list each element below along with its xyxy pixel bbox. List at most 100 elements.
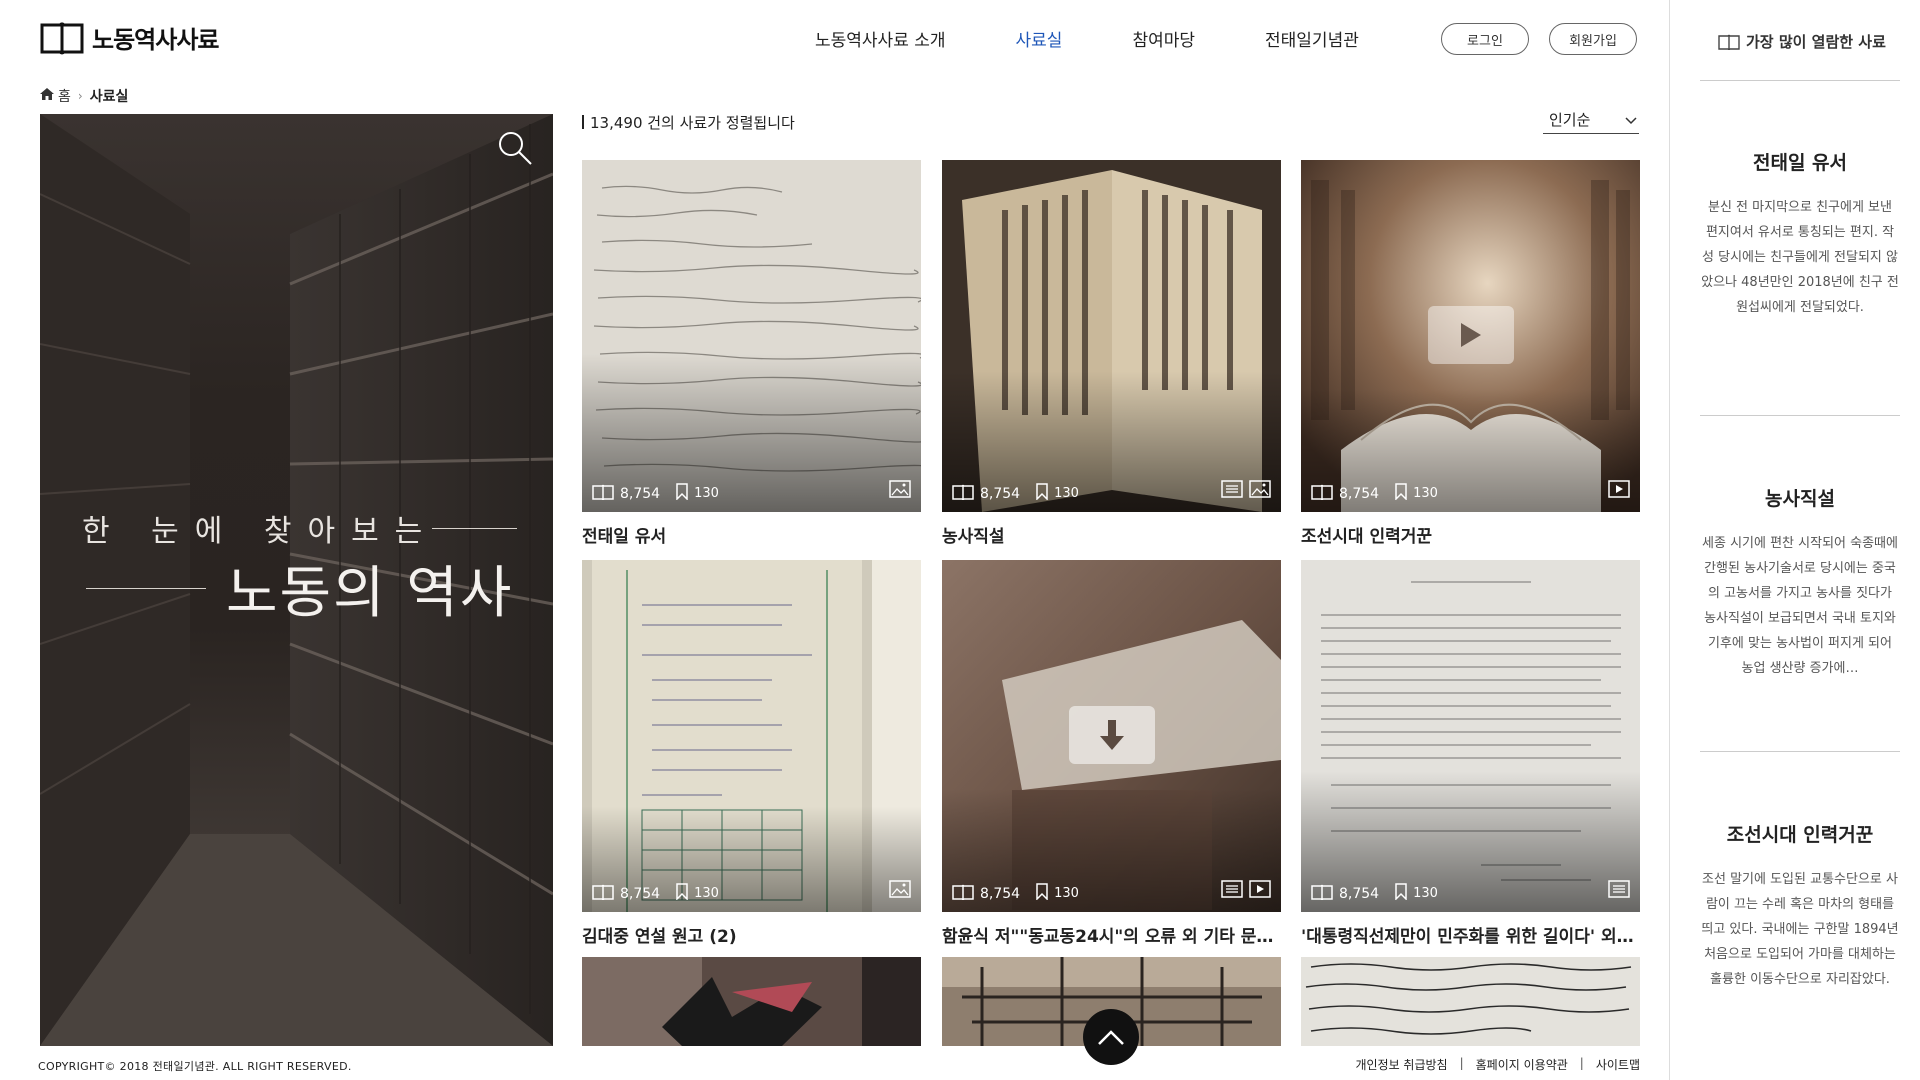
card-thumbnail[interactable]: 8,754 130	[1301, 560, 1640, 912]
card-title[interactable]: 전태일 유서	[582, 522, 921, 547]
bookmark-icon	[1395, 883, 1407, 904]
video-icon	[1608, 480, 1630, 502]
book-open-icon	[1311, 884, 1333, 904]
card-title[interactable]: 농사직설	[942, 522, 1281, 547]
nav-participation[interactable]: 참여마당	[1132, 26, 1195, 51]
book-open-icon	[1718, 34, 1740, 50]
logo-text: 노동역사사료	[92, 26, 219, 54]
nav-archive[interactable]: 사료실	[1016, 26, 1063, 51]
bookmark-icon	[676, 883, 688, 904]
archive-card[interactable]: 8,754 130 조선시대 인력거꾼	[1301, 160, 1640, 547]
book-open-icon	[952, 484, 974, 504]
document-icon	[1221, 880, 1243, 902]
card-title[interactable]: 조선시대 인력거꾼	[1301, 522, 1640, 547]
view-count: 8,754	[620, 485, 661, 502]
bookmark-count: 130	[1413, 486, 1438, 501]
archive-card[interactable]: 8,754 130 김대중 연설 원고 (2)	[582, 560, 921, 947]
image-icon	[1249, 480, 1271, 502]
archive-card-partial[interactable]	[582, 957, 921, 1046]
archive-card[interactable]: 8,754 130 농사직설	[942, 160, 1281, 547]
archive-card[interactable]: 8,754 130 '대통령직선제만이 민주화를 위한 길이다' 외…	[1301, 560, 1640, 947]
card-title[interactable]: 김대중 연설 원고 (2)	[582, 922, 921, 947]
download-button[interactable]	[1069, 706, 1155, 764]
most-viewed-item[interactable]: 농사직설 세종 시기에 편찬 시작되어 숙종때에 간행된 농사기술서로 당시에는…	[1700, 484, 1900, 681]
terms-link[interactable]: 홈페이지 이용약관	[1476, 1056, 1568, 1073]
scroll-top-button[interactable]	[1083, 1009, 1139, 1065]
item-title[interactable]: 전태일 유서	[1700, 148, 1900, 175]
card-thumbnail[interactable]: 8,754 130	[942, 160, 1281, 512]
item-title[interactable]: 조선시대 인력거꾼	[1700, 820, 1900, 847]
view-count: 8,754	[1339, 485, 1380, 502]
most-viewed-item[interactable]: 조선시대 인력거꾼 조선 말기에 도입된 교통수단으로 사람이 끄는 수레 혹은…	[1700, 820, 1900, 992]
footer-separator: |	[1579, 1056, 1584, 1070]
chevron-down-icon	[1625, 111, 1637, 129]
privacy-policy-link[interactable]: 개인정보 취급방침	[1355, 1056, 1447, 1073]
view-count: 8,754	[980, 485, 1021, 502]
panel-divider	[1700, 415, 1900, 416]
card-title[interactable]: 함윤식 저""동교동24시"의 오류 외 기타 문서…	[942, 922, 1281, 947]
video-icon	[1249, 880, 1271, 902]
home-icon[interactable]	[40, 88, 54, 104]
image-icon	[889, 880, 911, 902]
chevron-right-icon: ›	[77, 89, 83, 103]
site-logo[interactable]: 노동역사사료	[40, 20, 219, 55]
card-thumbnail[interactable]: 8,754 130	[1301, 160, 1640, 512]
hero-title: 노동의 역사	[86, 548, 513, 629]
card-meta: 8,754 130	[592, 483, 719, 504]
media-type-icons	[1602, 480, 1630, 502]
media-type-icons	[1215, 480, 1271, 502]
bookmark-icon	[676, 483, 688, 504]
card-meta: 8,754 130	[952, 883, 1079, 904]
hero-rule-top	[432, 527, 518, 529]
search-icon[interactable]	[495, 128, 535, 168]
archive-card[interactable]: 8,754 130 전태일 유서	[582, 160, 921, 547]
book-logo-icon	[40, 21, 84, 55]
declaration-document-image	[1301, 560, 1640, 912]
item-description: 세종 시기에 편찬 시작되어 숙종때에 간행된 농사기술서로 당시에는 중국의 …	[1702, 536, 1898, 676]
card-meta: 8,754 130	[952, 483, 1079, 504]
result-count: 13,490 건의 사료가 정렬됩니다	[582, 112, 795, 133]
footer-separator: |	[1459, 1056, 1464, 1070]
media-type-icons	[883, 880, 911, 902]
item-description: 분신 전 마지막으로 친구에게 보낸 편지여서 유서로 통칭되는 편지. 작성 …	[1701, 200, 1899, 315]
most-viewed-panel: 가장 많이 열람한 사료 전태일 유서 분신 전 마지막으로 친구에게 보낸 편…	[1669, 0, 1920, 1080]
bookmark-count: 130	[1054, 486, 1079, 501]
breadcrumb-home[interactable]: 홈	[58, 86, 71, 106]
archive-card-partial[interactable]	[1301, 957, 1640, 1046]
document-icon	[1608, 880, 1630, 902]
sort-select[interactable]: 인기순	[1543, 110, 1639, 134]
card-meta: 8,754 130	[1311, 483, 1438, 504]
nav-memorial[interactable]: 전태일기념관	[1265, 26, 1359, 51]
play-button[interactable]	[1428, 306, 1514, 364]
book-open-icon	[1311, 484, 1333, 504]
login-button[interactable]: 로그인	[1441, 23, 1529, 55]
view-count: 8,754	[620, 885, 661, 902]
most-viewed-item[interactable]: 전태일 유서 분신 전 마지막으로 친구에게 보낸 편지여서 유서로 통칭되는 …	[1700, 148, 1900, 320]
manuscript-image	[582, 560, 921, 912]
main-nav: 노동역사사료 소개 사료실 참여마당 전태일기념관	[815, 26, 1359, 51]
hero-rule-bottom	[86, 588, 206, 589]
view-count: 8,754	[1339, 885, 1380, 902]
handwritten-letter-image	[582, 160, 921, 512]
bookmark-icon	[1036, 483, 1048, 504]
hero-subtitle: 한 눈에 찾아보는	[82, 506, 518, 550]
join-button[interactable]: 회원가입	[1549, 23, 1637, 55]
bookmark-count: 130	[694, 886, 719, 901]
card-thumbnail[interactable]: 8,754 130	[942, 560, 1281, 912]
card-title[interactable]: '대통령직선제만이 민주화를 위한 길이다' 외…	[1301, 922, 1640, 947]
breadcrumb-current: 사료실	[89, 89, 129, 105]
image-icon	[889, 480, 911, 502]
archive-card[interactable]: 8,754 130 함윤식 저""동교동24시"의 오류 외 기타 문서…	[942, 560, 1281, 947]
book-open-icon	[592, 484, 614, 504]
copyright-text: COPYRIGHT© 2018 전태일기념관. ALL RIGHT RESERV…	[38, 1060, 352, 1073]
nav-intro[interactable]: 노동역사사료 소개	[815, 26, 946, 51]
panel-divider	[1700, 80, 1900, 81]
old-book-image	[942, 160, 1281, 512]
sort-label: 인기순	[1549, 111, 1591, 129]
sitemap-link[interactable]: 사이트맵	[1596, 1056, 1640, 1073]
card-thumbnail[interactable]: 8,754 130	[582, 160, 921, 512]
book-open-icon	[952, 884, 974, 904]
card-thumbnail[interactable]: 8,754 130	[582, 560, 921, 912]
item-title[interactable]: 농사직설	[1700, 484, 1900, 511]
bookmark-icon	[1395, 483, 1407, 504]
